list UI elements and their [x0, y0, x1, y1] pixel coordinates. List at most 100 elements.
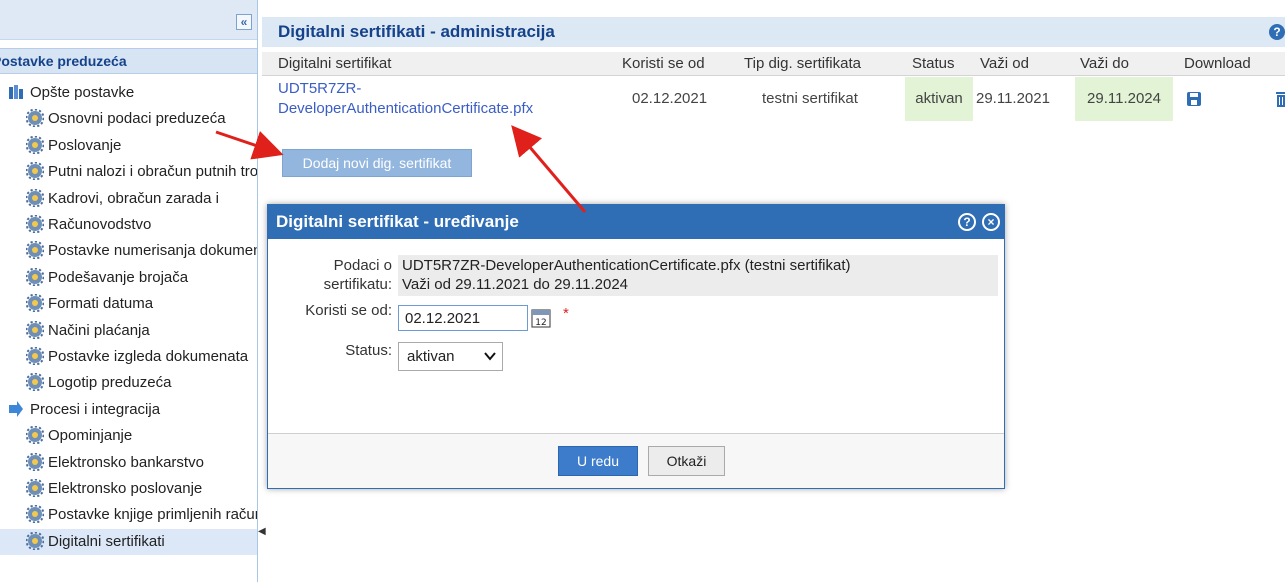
status-cell: aktivan [905, 77, 973, 121]
dialog-title: Digitalni sertifikat - uređivanje [268, 205, 1004, 239]
column-header-download[interactable]: Download [1184, 52, 1251, 76]
gear-icon [26, 347, 44, 365]
valid-to-cell: 29.11.2024 [1075, 77, 1173, 121]
table-row[interactable]: UDT5R7ZR- DeveloperAuthenticationCertifi… [262, 77, 1285, 121]
svg-text:12: 12 [535, 318, 546, 328]
gear-icon [26, 426, 44, 445]
sidebar-item-label: Digitalni sertifikati [48, 532, 165, 550]
sidebar-item[interactable]: Elektronsko poslovanje [0, 476, 257, 502]
edit-certificate-dialog: Digitalni sertifikat - uređivanje ? × Po… [267, 204, 1005, 489]
valid-from-cell: 29.11.2021 [976, 90, 1050, 107]
column-header-status[interactable]: Status [912, 52, 955, 76]
sidebar-item[interactable]: Kadrovi, obračun zarada i [0, 186, 257, 212]
dialog-close-icon[interactable]: × [982, 213, 1000, 231]
gear-icon [26, 267, 44, 286]
sidebar-item-label: Opominjanje [48, 427, 133, 445]
gear-icon [26, 135, 44, 154]
sidebar-item-label: Elektronsko poslovanje [48, 480, 203, 497]
gear-icon [26, 479, 44, 497]
column-header-valid-from[interactable]: Važi od [980, 52, 1029, 76]
process-arrow-icon [9, 400, 23, 417]
required-marker: * [563, 305, 569, 322]
certificate-link[interactable]: UDT5R7ZR- DeveloperAuthenticationCertifi… [278, 79, 533, 123]
sidebar-item[interactable]: Osnovni podaci preduzeća [0, 106, 257, 132]
settings-group-icon [9, 85, 23, 99]
column-header-certificate[interactable]: Digitalni sertifikat [278, 52, 391, 76]
status-select-value: aktivan [407, 348, 455, 365]
certificate-info-label-line2: sertifikatu: [323, 276, 392, 293]
sidebar-item-label: Postavke izgleda dokumenata [48, 348, 249, 365]
column-header-valid-to[interactable]: Važi do [1080, 52, 1129, 76]
add-certificate-button[interactable]: Dodaj novi dig. sertifikat [282, 149, 472, 177]
dialog-help-icon[interactable]: ? [958, 213, 976, 231]
sidebar-item-label: Načini plaćanja [48, 321, 150, 339]
column-header-used-from[interactable]: Koristi se od [622, 52, 705, 76]
sidebar-item-label: Postavke knjige primljenih računa [48, 506, 258, 524]
gear-icon [26, 531, 44, 550]
sidebar-item[interactable]: Načini plaćanja [0, 318, 257, 344]
sidebar-item[interactable]: Putni nalozi i obračun putnih troškova [0, 159, 258, 185]
sidebar-item[interactable]: Formati datuma [0, 291, 257, 317]
sidebar-item-label: Računovodstvo [48, 216, 152, 233]
sidebar-item[interactable]: Opšte postavke [0, 80, 257, 106]
used-from-cell: 02.12.2021 [632, 90, 708, 107]
cancel-button[interactable]: Otkaži [648, 446, 725, 476]
sidebar-item-label: Kadrovi, obračun zarada i [48, 189, 219, 207]
dialog-footer: U redu Otkaži [268, 433, 1004, 488]
sidebar-item[interactable]: Postavke izgleda dokumenata [0, 344, 257, 370]
gear-icon [26, 162, 44, 181]
sidebar-item[interactable]: Računovodstvo [0, 212, 257, 238]
sidebar-item-label: Poslovanje [48, 136, 122, 154]
status-select[interactable]: aktivan [398, 342, 503, 371]
help-icon[interactable]: ? [1269, 24, 1285, 40]
certificate-name-line1: UDT5R7ZR- [278, 80, 362, 97]
certificate-info-line2: Važi od 29.11.2021 do 29.11.2024 [402, 276, 629, 293]
certificate-info-label-line1: Podaci o [333, 257, 392, 274]
sidebar-item[interactable]: Elektronsko bankarstvo [0, 450, 257, 476]
sidebar-item-label: Procesi i integracija [30, 400, 161, 418]
sidebar-item[interactable]: Opominjanje [0, 423, 257, 449]
ok-button[interactable]: U redu [558, 446, 638, 476]
sidebar: « Postavke preduzeća Opšte postavke Osnov… [0, 0, 258, 582]
chevron-down-icon [484, 352, 496, 361]
sidebar-item-label: Putni nalozi i obračun putnih troškova [48, 163, 258, 181]
page-title: Digitalni sertifikati - administracija [262, 17, 1285, 47]
sidebar-item-label: Logotip preduzeća [48, 374, 172, 392]
calendar-icon[interactable]: 12 [531, 308, 551, 328]
sidebar-item[interactable]: Podešavanje brojača [0, 265, 257, 291]
sidebar-item[interactable]: Poslovanje [0, 133, 257, 159]
sidebar-item-label: Osnovni podaci preduzeća [48, 110, 226, 128]
sidebar-item-label: Opšte postavke [30, 84, 135, 101]
sidebar-item-label: Podešavanje brojača [48, 268, 189, 286]
gear-icon [26, 109, 44, 128]
gear-icon [26, 373, 44, 392]
sidebar-toolbar: « [0, 0, 257, 40]
sidebar-item[interactable]: Digitalni sertifikati [0, 528, 257, 555]
sidebar-section-title[interactable]: Postavke preduzeća [0, 48, 257, 74]
gear-icon [26, 294, 44, 313]
certificate-info-line1: UDT5R7ZR-DeveloperAuthenticationCertific… [402, 257, 851, 274]
delete-trash-icon[interactable] [1276, 91, 1285, 107]
gear-icon [26, 188, 44, 207]
used-from-date-input[interactable] [398, 305, 528, 331]
sidebar-item-label: Elektronsko bankarstvo [48, 453, 204, 471]
sidebar-item[interactable]: Logotip preduzeća [0, 370, 257, 396]
collapse-sidebar-button[interactable]: « [236, 14, 252, 30]
sidebar-item-label: Formati datuma [48, 295, 154, 313]
certificate-info-value: UDT5R7ZR-DeveloperAuthenticationCertific… [398, 255, 998, 296]
status-label: Status: [345, 342, 392, 359]
gear-icon [26, 241, 44, 260]
gear-icon [26, 452, 44, 471]
type-cell: testni sertifikat [762, 90, 858, 107]
sidebar-item-label: Postavke numerisanja dokumenata [48, 242, 257, 260]
sidebar-item[interactable]: Postavke numerisanja dokumenata [0, 238, 257, 264]
sidebar-item[interactable]: Postavke knjige primljenih računa [0, 502, 258, 528]
gear-icon [26, 505, 44, 524]
used-from-label: Koristi se od: [305, 302, 392, 319]
certificate-name-line2: DeveloperAuthenticationCertificate.pfx [278, 100, 534, 117]
sidebar-item[interactable]: Procesi i integracija [0, 397, 257, 423]
column-header-type[interactable]: Tip dig. sertifikata [744, 52, 861, 76]
gear-icon [26, 320, 44, 339]
grid-header: Digitalni sertifikat Koristi se od Tip d… [262, 52, 1285, 76]
download-save-icon[interactable] [1187, 92, 1201, 106]
